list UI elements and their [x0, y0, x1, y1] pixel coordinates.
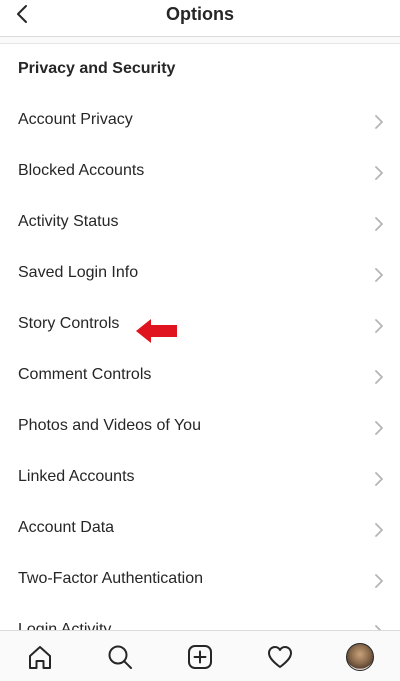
- option-label: Two-Factor Authentication: [18, 570, 203, 587]
- header-divider: [0, 37, 400, 44]
- search-icon: [108, 645, 132, 669]
- option-photos-and-videos-of-you[interactable]: Photos and Videos of You: [0, 402, 400, 453]
- option-account-privacy[interactable]: Account Privacy: [0, 96, 400, 147]
- red-arrow-icon: [136, 319, 177, 343]
- option-blocked-accounts[interactable]: Blocked Accounts: [0, 147, 400, 198]
- top-nav-bar: Options: [0, 0, 400, 37]
- option-label: Account Data: [18, 519, 115, 536]
- option-account-data[interactable]: Account Data: [0, 504, 400, 555]
- option-activity-status[interactable]: Activity Status: [0, 198, 400, 249]
- chevron-right-icon: [375, 370, 383, 384]
- option-login-activity[interactable]: Login Activity: [0, 606, 400, 631]
- chevron-right-icon: [375, 472, 383, 486]
- tab-new-post[interactable]: [184, 641, 216, 673]
- bottom-tab-bar: [0, 630, 400, 681]
- section-title: Privacy and Security: [18, 60, 176, 77]
- option-label: Blocked Accounts: [18, 162, 145, 179]
- option-linked-accounts[interactable]: Linked Accounts: [0, 453, 400, 504]
- chevron-right-icon: [375, 319, 383, 333]
- chevron-right-icon: [375, 268, 383, 282]
- chevron-right-icon: [375, 421, 383, 435]
- arrow-shape: [136, 319, 177, 343]
- option-label: Photos and Videos of You: [18, 417, 201, 434]
- heart-icon: [268, 646, 292, 668]
- option-label: Saved Login Info: [18, 264, 139, 281]
- add-post-icon: [188, 645, 212, 669]
- tab-home[interactable]: [24, 641, 56, 673]
- option-label: Story Controls: [18, 315, 120, 332]
- chevron-right-icon: [375, 523, 383, 537]
- option-comment-controls[interactable]: Comment Controls: [0, 351, 400, 402]
- home-icon: [29, 646, 51, 669]
- tab-profile[interactable]: [344, 641, 376, 673]
- options-list: Account Privacy Blocked Accounts Activit…: [0, 96, 400, 631]
- option-saved-login-info[interactable]: Saved Login Info: [0, 249, 400, 300]
- option-story-controls[interactable]: Story Controls: [0, 300, 400, 351]
- option-label: Comment Controls: [18, 366, 152, 383]
- chevron-right-icon: [375, 115, 383, 129]
- chevron-right-icon: [375, 574, 383, 588]
- option-two-factor-authentication[interactable]: Two-Factor Authentication: [0, 555, 400, 606]
- chevron-right-icon: [375, 217, 383, 231]
- option-label: Linked Accounts: [18, 468, 135, 485]
- chevron-right-icon: [375, 166, 383, 180]
- option-label: Activity Status: [18, 213, 119, 230]
- profile-avatar: [346, 643, 374, 671]
- tab-activity[interactable]: [264, 641, 296, 673]
- tab-search[interactable]: [104, 641, 136, 673]
- page-title: Options: [166, 4, 234, 24]
- option-label: Account Privacy: [18, 111, 133, 128]
